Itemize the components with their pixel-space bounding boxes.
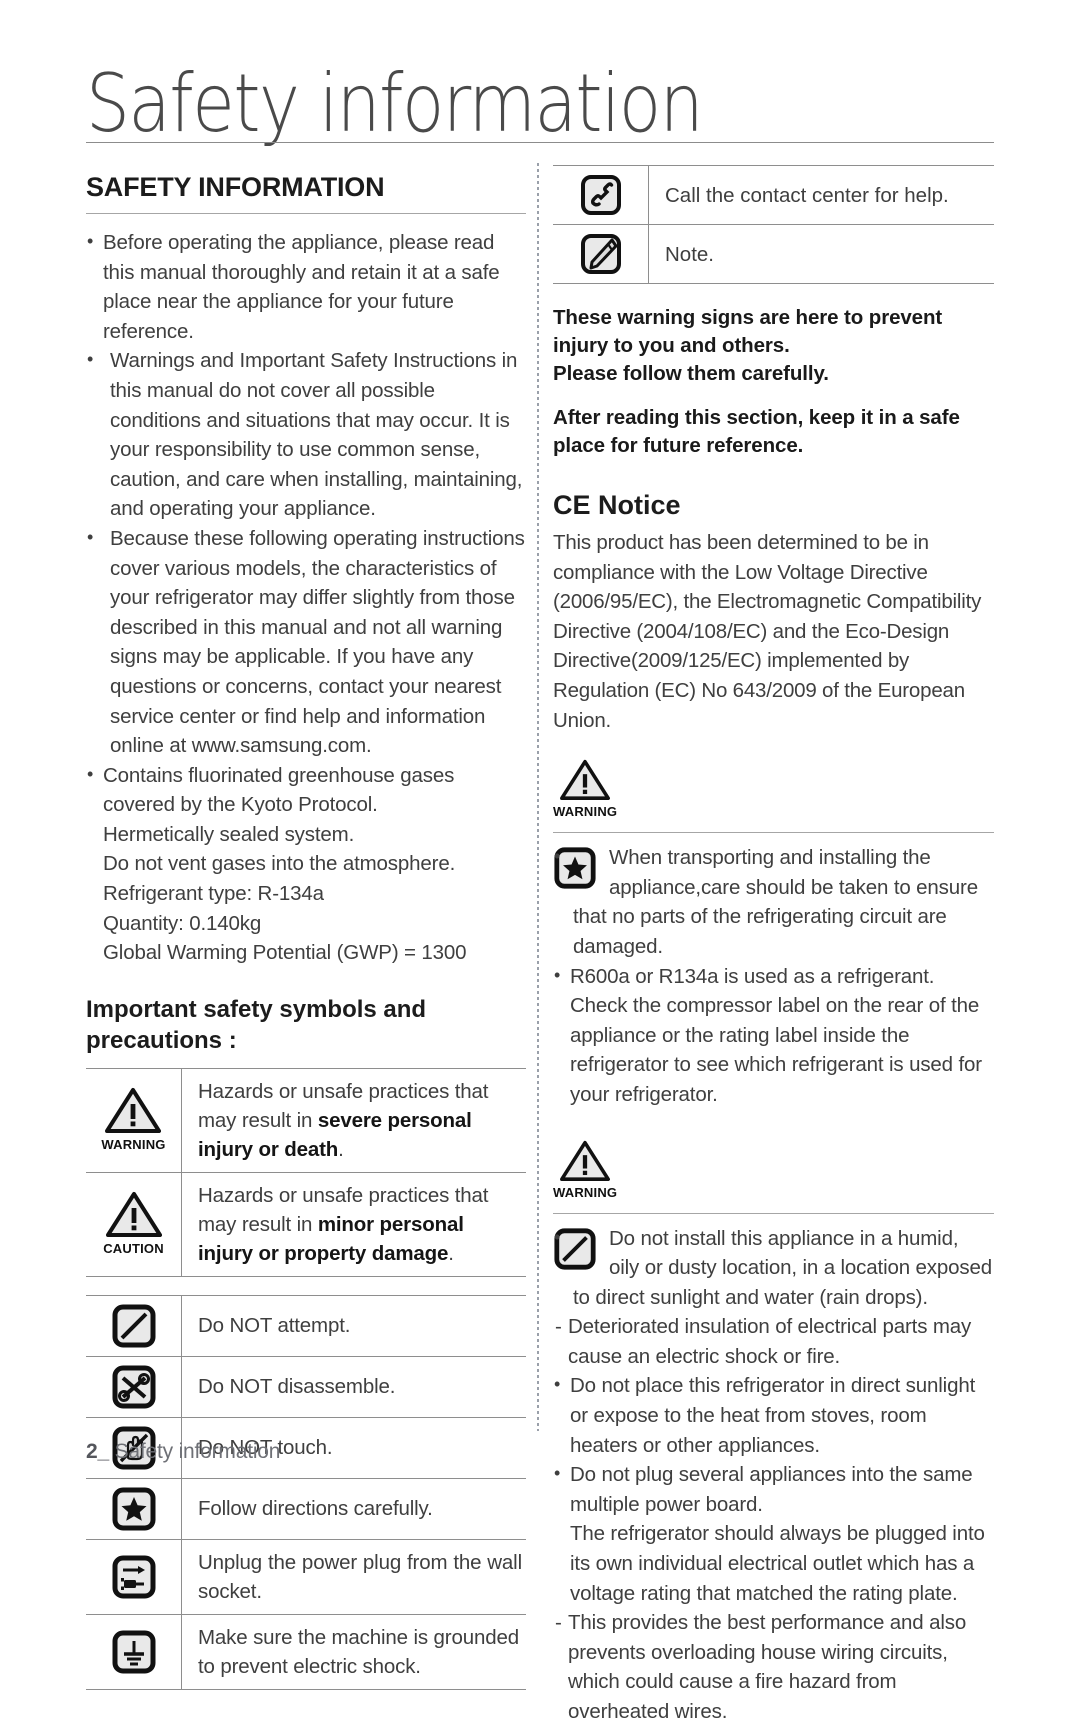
warning-rule	[553, 832, 994, 834]
symbol-description: Follow directions carefully.	[181, 1478, 526, 1540]
page-footer: 2_ Safety information	[86, 1440, 280, 1464]
table-row: WARNING Hazards or unsafe practices that…	[86, 1067, 526, 1173]
caution-triangle-icon: CAUTION	[86, 1172, 182, 1277]
footer-page-number: 2	[86, 1440, 98, 1463]
table-row: CAUTION Hazards or unsafe practices that…	[86, 1172, 526, 1277]
warning-label: WARNING	[553, 1184, 618, 1200]
symbol-meaning-table: Do NOT attempt. Do NOT disassemble. Do N…	[86, 1294, 526, 1690]
warning-label: WARNING	[553, 804, 618, 820]
warning-bullet: When transporting and installing the app…	[553, 842, 994, 961]
warning-bullet: Do not place this refrigerator in direct…	[553, 1370, 994, 1460]
info-symbol-table: Call the contact center for help. Note.	[553, 165, 994, 284]
section-heading-rule	[86, 213, 526, 214]
symbol-description: Make sure the machine is grounded to pre…	[181, 1614, 526, 1690]
severity-symbol-table: WARNING Hazards or unsafe practices that…	[86, 1067, 526, 1277]
warning-dash-item: This provides the best performance and a…	[553, 1608, 994, 1726]
table-row: Follow directions carefully.	[86, 1478, 526, 1540]
notice-line: These warning signs are here to prevent	[553, 306, 943, 329]
bullet-item: Warnings and Important Safety Instructio…	[86, 345, 526, 524]
ce-notice-heading: CE Notice	[553, 490, 681, 520]
gas-detail-line: Do not vent gases into the atmosphere.	[103, 852, 456, 876]
severity-text-tail: .	[338, 1137, 344, 1161]
warning-bullet: R600a or R134a is used as a refrigerant.…	[553, 961, 994, 1110]
follow-directions-star-icon	[86, 1478, 182, 1540]
footer-separator: _	[97, 1440, 109, 1463]
gas-detail-line: Quantity: 0.140kg	[103, 911, 262, 935]
warning-bullet-continuation: The refrigerator should always be plugge…	[570, 1522, 985, 1605]
warning-bullet: Do not plug several appliances into the …	[553, 1459, 994, 1519]
do-not-disassemble-icon	[86, 1356, 182, 1418]
gas-detail-line: Hermetically sealed system.	[103, 822, 355, 846]
bullet-item: Before operating the appliance, please r…	[86, 227, 526, 346]
gas-detail-line: Refrigerant type: R-134a	[103, 882, 324, 906]
title-divider	[86, 142, 994, 143]
warning-body: When transporting and installing the app…	[553, 842, 994, 1110]
warning-block-1: WARNING When transporting and installing…	[553, 759, 994, 1109]
info-description: Call the contact center for help.	[648, 165, 994, 225]
phone-call-icon	[553, 165, 649, 225]
table-row: Do NOT disassemble.	[86, 1356, 526, 1418]
severity-description: Hazards or unsafe practices that may res…	[181, 1067, 526, 1173]
table-row: Unplug the power plug from the wall sock…	[86, 1539, 526, 1615]
warning-triangle-icon: WARNING	[553, 1140, 617, 1199]
warning-block-2: WARNING Do not install this appliance in…	[553, 1140, 994, 1727]
right-column: Call the contact center for help. Note. …	[553, 163, 994, 1727]
warning-rule	[553, 1212, 994, 1214]
ce-notice-body: This product has been determined to be i…	[553, 531, 982, 732]
do-not-attempt-icon	[86, 1294, 182, 1357]
table-row: Make sure the machine is grounded to pre…	[86, 1614, 526, 1690]
info-description: Note.	[648, 224, 994, 284]
bold-warning-notice: These warning signs are here to prevent …	[553, 304, 994, 460]
note-pen-icon	[553, 224, 649, 284]
notice-line: Please follow them carefully.	[553, 362, 829, 385]
table-row: Do NOT attempt.	[86, 1294, 526, 1357]
table-row: Note.	[553, 224, 994, 284]
severity-text-tail: .	[448, 1241, 454, 1265]
warning-triangle-icon: WARNING	[553, 759, 617, 818]
warning-triangle-icon: WARNING	[86, 1067, 182, 1173]
caution-label: CAUTION	[103, 1240, 164, 1256]
column-divider	[537, 163, 539, 1431]
gas-detail-line: Global Warming Potential (GWP) = 1300	[103, 941, 467, 965]
document-page: Safety information SAFETY INFORMATION Be…	[0, 0, 1080, 1723]
symbol-description: Do NOT attempt.	[181, 1294, 526, 1357]
subheading-important-safety-symbols: Important safety symbols and precautions…	[86, 995, 427, 1054]
safety-information-bullets: Before operating the appliance, please r…	[86, 227, 526, 968]
symbol-description: Unplug the power plug from the wall sock…	[181, 1539, 526, 1615]
warning-label: WARNING	[101, 1136, 166, 1152]
warning-body: Do not install this appliance in a humid…	[553, 1223, 994, 1727]
notice-line: place for future reference.	[553, 434, 804, 457]
bullet-item-fluorinated-gases: Contains fluorinated greenhouse gases co…	[86, 760, 526, 820]
table-row: Call the contact center for help.	[553, 165, 994, 225]
notice-line: After reading this section, keep it in a…	[553, 406, 960, 429]
grounding-icon	[86, 1614, 182, 1690]
unplug-power-plug-icon	[86, 1539, 182, 1615]
severity-description: Hazards or unsafe practices that may res…	[181, 1172, 526, 1277]
symbol-description: Do NOT disassemble.	[181, 1356, 526, 1418]
footer-section-name: Safety information	[114, 1440, 281, 1463]
warning-bullet: Do not install this appliance in a humid…	[553, 1223, 994, 1313]
warning-dash-item: Deteriorated insulation of electrical pa…	[553, 1312, 994, 1371]
page-title: Safety information	[86, 55, 704, 150]
bullet-item: Because these following operating instru…	[86, 523, 526, 761]
notice-line: injury to you and others.	[553, 334, 790, 357]
section-heading-safety-information: SAFETY INFORMATION	[86, 172, 385, 202]
